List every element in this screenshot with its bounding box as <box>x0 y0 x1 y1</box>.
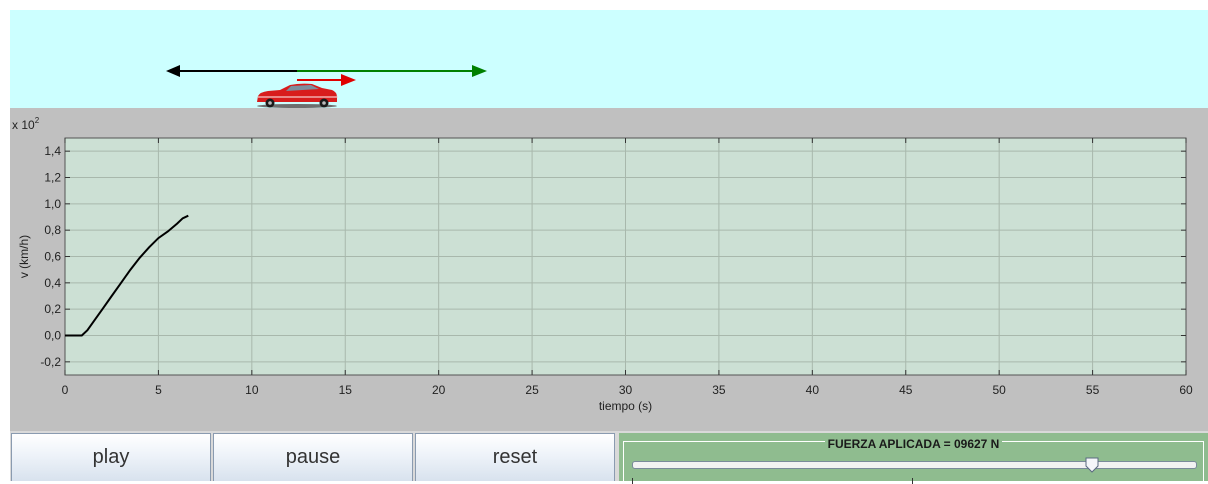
pause-button[interactable]: pause <box>213 433 413 481</box>
force-slider-frame: FUERZA APLICADA = 09627 N <box>623 437 1204 484</box>
x-tick-label: 40 <box>806 383 820 397</box>
y-tick-label: 0,2 <box>44 302 61 316</box>
x-tick-label: 5 <box>155 383 162 397</box>
slider-tick <box>632 478 633 484</box>
y-tick-label: 0,0 <box>44 329 61 343</box>
y-axis-label: v (km/h) <box>17 235 31 278</box>
y-tick-label: 1,4 <box>44 144 61 158</box>
applied-force-arrow <box>297 65 487 77</box>
reset-button[interactable]: reset <box>415 433 615 481</box>
friction-force-arrow <box>166 65 297 77</box>
force-control-panel: FUERZA APLICADA = 09627 N <box>619 433 1208 484</box>
x-tick-label: 25 <box>525 383 539 397</box>
red-car-icon <box>257 83 338 108</box>
x-tick-label: 20 <box>432 383 446 397</box>
velocity-chart-panel: 0 5 10 15 20 25 30 35 40 45 50 55 60 -0,2 0,0 0,2 0,4 0,… <box>10 108 1208 431</box>
y-tick-label: 0,8 <box>44 223 61 237</box>
x-axis-label: tiempo (s) <box>599 399 652 413</box>
play-button[interactable]: play <box>11 433 211 481</box>
x-tick-label: 50 <box>992 383 1006 397</box>
x-tick-label: 30 <box>619 383 633 397</box>
y-tick-label: 1,2 <box>44 171 61 185</box>
y-tick-label: -0,2 <box>40 355 61 369</box>
control-bar: play pause reset FUERZA APLICADA = 09627… <box>10 431 1208 484</box>
x-tick-label: 10 <box>245 383 259 397</box>
y-tick-label: 0,4 <box>44 276 61 290</box>
y-tick-label: 1,0 <box>44 197 61 211</box>
simulation-scene <box>10 10 1208 108</box>
slider-tick <box>912 478 913 484</box>
force-label: FUERZA APLICADA = 09627 N <box>824 437 1003 451</box>
axis-exponent-label: x 102 <box>12 116 40 132</box>
x-tick-label: 15 <box>339 383 353 397</box>
force-slider-track[interactable] <box>632 461 1197 469</box>
x-tick-label: 55 <box>1086 383 1100 397</box>
x-tick-label: 45 <box>899 383 913 397</box>
scene-canvas <box>166 65 487 108</box>
force-slider-thumb[interactable] <box>1085 457 1099 473</box>
y-tick-label: 0,6 <box>44 250 61 264</box>
x-tick-label: 60 <box>1179 383 1193 397</box>
x-tick-label: 0 <box>62 383 69 397</box>
x-tick-label: 35 <box>712 383 726 397</box>
velocity-chart: 0 5 10 15 20 25 30 35 40 45 50 55 60 -0,2 0,0 0,2 0,4 0,… <box>12 116 1193 413</box>
